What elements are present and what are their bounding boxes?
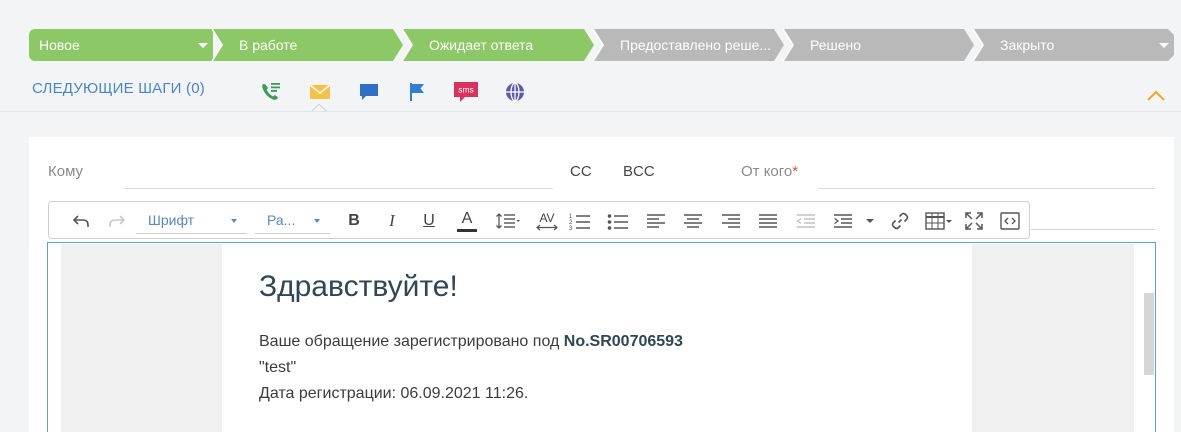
collapse-chevron-up-icon[interactable] <box>1146 88 1166 102</box>
from-label-text: От кого <box>741 163 793 180</box>
text-color-glyph: A <box>461 209 473 227</box>
stage-closed[interactable]: Закрыто <box>974 29 1174 61</box>
registration-line: Ваше обращение зарегистрировано под No.S… <box>259 333 683 351</box>
stage-label: Ожидает ответа <box>429 37 534 53</box>
align-right-icon[interactable] <box>720 210 742 232</box>
cc-button[interactable]: CC <box>570 163 592 180</box>
stage-awaiting-reply[interactable]: Ожидает ответа <box>403 29 594 61</box>
letter-spacing-button[interactable]: AV <box>532 210 562 232</box>
chevron-down-icon[interactable] <box>198 43 208 48</box>
request-subject: "test" <box>259 359 297 376</box>
stage-resolved[interactable]: Решено <box>784 29 974 61</box>
font-size-select[interactable]: Ра... <box>255 208 330 234</box>
to-label: Кому <box>48 163 84 180</box>
from-field[interactable] <box>818 188 1155 189</box>
bold-button[interactable]: B <box>344 210 364 232</box>
status-stage-bar: Новое В работе Ожидает ответа Предоставл… <box>29 29 1174 61</box>
align-center-icon[interactable] <box>682 210 704 232</box>
fullscreen-icon[interactable] <box>963 210 985 232</box>
caret-down-icon <box>314 219 320 223</box>
stage-in-progress[interactable]: В работе <box>213 29 403 61</box>
chat-icon[interactable] <box>357 80 381 104</box>
stage-label: Предоставлено реше... <box>620 37 772 53</box>
text-color-button[interactable]: A <box>456 210 478 232</box>
redo-icon[interactable] <box>107 210 127 232</box>
required-mark: * <box>792 163 799 180</box>
scrollbar-thumb[interactable] <box>1144 293 1154 375</box>
stage-label: В работе <box>239 37 298 53</box>
align-left-icon[interactable] <box>645 210 667 232</box>
caret-down-icon <box>231 219 237 223</box>
underline-button[interactable]: U <box>419 210 439 232</box>
subject-field-underline <box>1030 229 1155 230</box>
stage-solution-provided[interactable]: Предоставлено реше... <box>594 29 784 61</box>
globe-icon[interactable] <box>503 80 527 104</box>
next-steps-title[interactable]: СЛЕДУЮЩИЕ ШАГИ (0) <box>32 80 205 97</box>
numbered-list-icon[interactable]: 123 <box>569 210 591 232</box>
letter-spacing-glyph: AV <box>539 210 555 225</box>
link-icon[interactable] <box>889 210 911 232</box>
outdent-icon[interactable] <box>795 210 817 232</box>
stage-label: Закрыто <box>1000 37 1055 53</box>
stage-label: Новое <box>39 37 80 53</box>
letter-spacing-arrows-icon <box>536 224 558 230</box>
sms-icon[interactable]: sms <box>453 80 479 104</box>
undo-icon[interactable] <box>71 210 91 232</box>
flag-icon[interactable] <box>405 80 429 104</box>
registration-date: Дата регистрации: 06.09.2021 11:26. <box>259 385 529 402</box>
align-justify-icon[interactable] <box>757 210 779 232</box>
sms-icon-text: sms <box>458 85 474 95</box>
font-family-value: Шрифт <box>148 212 195 228</box>
greeting-heading: Здравствуйте! <box>259 270 458 303</box>
request-number: No.SR00706593 <box>563 333 683 350</box>
stage-separator <box>592 29 604 61</box>
stage-separator <box>782 29 794 61</box>
stage-new[interactable]: Новое <box>29 29 213 61</box>
source-code-icon[interactable] <box>999 210 1021 232</box>
email-icon[interactable] <box>308 80 332 104</box>
text-color-swatch <box>457 228 477 232</box>
to-field[interactable] <box>124 188 553 189</box>
bulleted-list-icon[interactable] <box>607 210 629 232</box>
from-label: От кого* <box>741 163 798 180</box>
bcc-button[interactable]: BCC <box>623 163 655 180</box>
font-family-select[interactable]: Шрифт <box>136 208 247 234</box>
registration-text: Ваше обращение зарегистрировано под <box>259 333 564 350</box>
chevron-down-icon[interactable] <box>1159 43 1169 48</box>
indent-icon[interactable] <box>832 210 854 232</box>
editor-toolbar: Шрифт Ра... B I U A AV 123 <box>48 201 1030 239</box>
indent-options-caret-icon[interactable] <box>864 210 876 232</box>
phone-call-icon[interactable] <box>259 80 283 104</box>
email-body-editor[interactable]: Здравствуйте! Ваше обращение зарегистрир… <box>47 242 1156 432</box>
table-icon[interactable] <box>925 210 953 232</box>
stage-separator <box>401 29 413 61</box>
svg-text:3: 3 <box>569 226 573 230</box>
stage-label: Решено <box>810 37 862 53</box>
italic-button[interactable]: I <box>382 210 402 232</box>
font-size-value: Ра... <box>267 212 296 228</box>
divider <box>0 111 1181 112</box>
stage-separator <box>972 29 984 61</box>
stage-separator <box>211 29 223 61</box>
line-height-icon[interactable] <box>495 210 521 232</box>
